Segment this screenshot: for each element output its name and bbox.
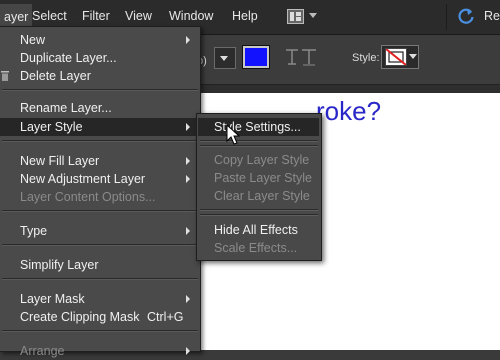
- layout-grid-icon: [287, 9, 304, 24]
- style-label: Style:: [352, 52, 380, 64]
- menu-item-layer-mask[interactable]: Layer Mask: [0, 290, 200, 308]
- menu-item-label: Arrange: [20, 344, 65, 358]
- submenu-item-scale-effects: Scale Effects...: [198, 239, 319, 257]
- menu-separator: [2, 278, 198, 280]
- menu-window[interactable]: Window: [169, 9, 213, 23]
- menu-item-label: New: [20, 33, 46, 47]
- menu-help[interactable]: Help: [232, 9, 258, 23]
- submenu-separator: [200, 214, 318, 216]
- menu-item-simplify-layer[interactable]: Simplify Layer: [0, 256, 200, 274]
- submenu-item-style-settings[interactable]: Style Settings...: [198, 118, 319, 136]
- canvas-text[interactable]: roke?: [316, 96, 381, 127]
- menu-separator: [2, 140, 198, 142]
- redo-label[interactable]: Re: [484, 9, 500, 23]
- chevron-right-icon: [186, 227, 190, 235]
- menu-item-label: Create Clipping Mask: [20, 310, 140, 324]
- redo-icon[interactable]: [456, 7, 476, 27]
- submenu-item-copy-layer-style: Copy Layer Style: [198, 151, 319, 169]
- menu-separator: [2, 330, 198, 332]
- menu-item-label: Simplify Layer: [20, 258, 99, 272]
- menu-item-label: Layer Mask: [20, 292, 85, 306]
- cursor-icon: [226, 124, 241, 145]
- submenu-item-hide-all-effects[interactable]: Hide All Effects: [198, 221, 319, 239]
- menu-item-label: Layer Content Options...: [20, 190, 156, 204]
- submenu-item-label: Hide All Effects: [214, 223, 298, 237]
- menu-item-layer-content-options: Layer Content Options...: [0, 188, 200, 206]
- font-option-dropdown[interactable]: [214, 47, 236, 69]
- menu-item-delete-layer[interactable]: Delete Layer: [0, 67, 200, 85]
- menu-item-new[interactable]: New: [0, 31, 200, 49]
- menu-separator: [2, 210, 198, 212]
- menu-separator: [2, 244, 198, 246]
- text-color-swatch[interactable]: [242, 45, 270, 69]
- menu-select[interactable]: Select: [32, 9, 67, 23]
- menu-item-new-adjustment-layer[interactable]: New Adjustment Layer: [0, 170, 200, 188]
- submenu-item-label: Scale Effects...: [214, 241, 298, 255]
- layer-style-submenu: Style Settings... Copy Layer Style Paste…: [196, 113, 322, 261]
- menu-item-label: Rename Layer...: [20, 101, 112, 115]
- submenu-separator: [200, 140, 318, 142]
- menu-item-label: New Fill Layer: [20, 154, 100, 168]
- menu-item-label: Delete Layer: [20, 69, 91, 83]
- chevron-right-icon: [186, 175, 190, 183]
- menu-separator: [2, 89, 198, 91]
- chevron-down-icon: [309, 13, 317, 18]
- chevron-right-icon: [186, 123, 190, 131]
- trash-icon: [1, 71, 9, 81]
- menu-item-shortcut: Ctrl+G: [147, 310, 184, 324]
- menu-item-create-clipping-mask[interactable]: Create Clipping Mask Ctrl+G: [0, 308, 200, 326]
- menu-item-layer-style[interactable]: Layer Style: [0, 118, 200, 136]
- submenu-item-label: Clear Layer Style: [214, 189, 310, 203]
- divider: [446, 4, 447, 30]
- menu-item-new-fill-layer[interactable]: New Fill Layer: [0, 152, 200, 170]
- chevron-right-icon: [186, 36, 190, 44]
- color-fill: [245, 48, 267, 66]
- submenu-item-paste-layer-style: Paste Layer Style: [198, 169, 319, 187]
- chevron-down-icon: [220, 56, 228, 61]
- layout-button[interactable]: [285, 9, 321, 27]
- menu-item-type[interactable]: Type: [0, 222, 200, 240]
- submenu-item-clear-layer-style: Clear Layer Style: [198, 187, 319, 205]
- submenu-item-label: Copy Layer Style: [214, 153, 310, 167]
- submenu-separator: [200, 209, 318, 211]
- submenu-separator: [200, 145, 318, 147]
- layer-menu: New Duplicate Layer... Delete Layer Rena…: [0, 26, 201, 358]
- menu-item-label: Duplicate Layer...: [20, 51, 117, 65]
- menu-item-label: Type: [20, 224, 48, 238]
- submenu-item-label: Paste Layer Style: [214, 171, 312, 185]
- style-picker[interactable]: [381, 45, 419, 69]
- menu-item-label: New Adjustment Layer: [20, 172, 146, 186]
- menu-view[interactable]: View: [125, 9, 152, 23]
- chevron-right-icon: [186, 157, 190, 165]
- text-align-icon[interactable]: [283, 46, 323, 68]
- chevron-right-icon: [186, 295, 190, 303]
- menu-filter[interactable]: Filter: [82, 9, 110, 23]
- no-style-icon: [385, 48, 407, 66]
- menu-item-label: Layer Style: [20, 120, 83, 134]
- menu-item-rename-layer[interactable]: Rename Layer...: [0, 99, 200, 117]
- menu-item-duplicate-layer[interactable]: Duplicate Layer...: [0, 49, 200, 67]
- menu-item-arrange: Arrange: [0, 342, 200, 360]
- chevron-right-icon: [186, 347, 190, 355]
- chevron-down-icon: [409, 54, 417, 59]
